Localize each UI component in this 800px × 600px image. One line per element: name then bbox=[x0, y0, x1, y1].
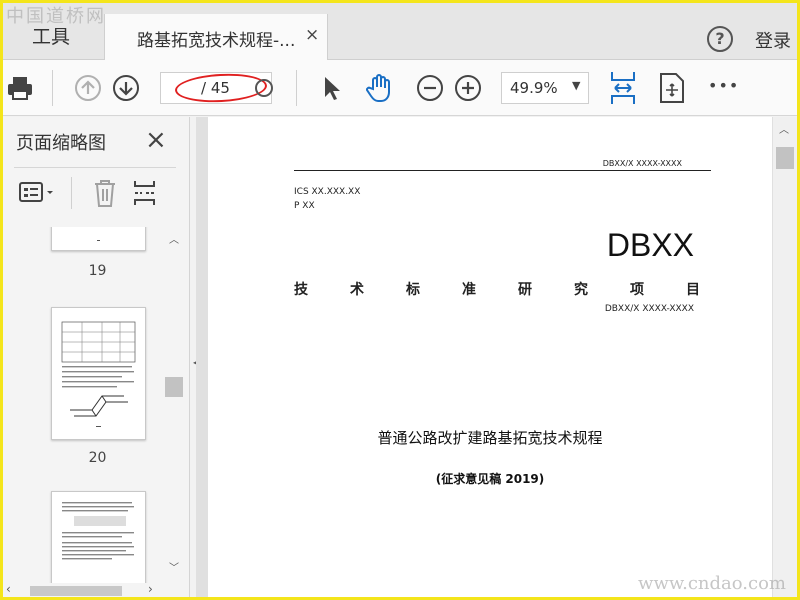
p-code: P XX bbox=[294, 201, 315, 211]
panel-title: 页面缩略图 bbox=[16, 133, 106, 154]
project-char: 究 bbox=[574, 282, 588, 298]
project-char: 目 bbox=[686, 282, 700, 298]
document-subtitle: (征求意见稿 2019) bbox=[435, 472, 545, 486]
project-char: 技 bbox=[294, 282, 308, 298]
panel-separator bbox=[71, 177, 72, 209]
toolbar-separator bbox=[52, 70, 53, 106]
thumbnail-panel: 页面缩略图 × 19 20 ︿ ﹀ ‹ › bbox=[0, 117, 190, 600]
thumbnail-page-number: 19 bbox=[88, 263, 107, 279]
tab-document-label: 路基拓宽技术规程-... bbox=[137, 31, 296, 51]
toolbar-separator bbox=[296, 70, 297, 106]
page-thumbnail[interactable] bbox=[51, 307, 146, 440]
page-indicator-icon bbox=[255, 79, 273, 97]
project-char: 准 bbox=[462, 282, 476, 298]
document-code: DBXX/X XXXX-XXXX bbox=[604, 304, 694, 314]
project-heading: 技 术 标 准 研 究 项 目 bbox=[294, 279, 700, 299]
scroll-up-icon[interactable]: ︿ bbox=[169, 231, 179, 246]
tab-bar: 工具 路基拓宽技术规程-... × ? 登录 bbox=[0, 0, 800, 61]
watermark-bottom: www.cndao.com bbox=[638, 573, 786, 594]
thumbnail-options-icon[interactable] bbox=[18, 180, 58, 206]
panel-horizontal-scrollbar[interactable]: ‹ › bbox=[0, 580, 190, 600]
scroll-up-icon[interactable]: ︿ bbox=[779, 121, 789, 136]
project-char: 项 bbox=[630, 282, 644, 298]
panel-hscroll-thumb[interactable] bbox=[30, 586, 122, 596]
chevron-down-icon: ▼ bbox=[572, 79, 581, 92]
next-page-icon[interactable] bbox=[112, 74, 140, 102]
zoom-out-icon[interactable] bbox=[416, 74, 444, 102]
scroll-left-icon[interactable]: ‹ bbox=[6, 582, 11, 596]
close-icon[interactable]: × bbox=[145, 125, 167, 155]
document-scroll-thumb[interactable] bbox=[776, 147, 794, 169]
zoom-in-icon[interactable] bbox=[454, 74, 482, 102]
watermark-top: 中国道桥网 bbox=[6, 6, 106, 27]
big-code: DBXX bbox=[606, 227, 694, 263]
document-title: 普通公路改扩建路基拓宽技术规程 bbox=[377, 429, 603, 447]
more-options-icon[interactable]: ••• bbox=[708, 76, 739, 95]
zoom-value: 49.9% bbox=[510, 79, 558, 97]
panel-scroll-thumb[interactable] bbox=[165, 377, 183, 397]
thumbnail-page-number: 20 bbox=[88, 450, 107, 466]
document-viewer: DBXX/X XXXX-XXXX ICS XX.XXX.XX P XX DBXX… bbox=[196, 117, 800, 600]
help-icon[interactable]: ? bbox=[707, 26, 733, 52]
delete-icon[interactable] bbox=[92, 178, 118, 208]
page-thumbnail[interactable] bbox=[51, 227, 146, 251]
thumbnail-list: 19 20 bbox=[0, 227, 163, 583]
panel-vertical-scrollbar[interactable]: ︿ ﹀ bbox=[163, 227, 185, 583]
insert-page-icon[interactable] bbox=[132, 178, 162, 208]
hand-tool-icon[interactable] bbox=[364, 72, 396, 104]
project-char: 研 bbox=[518, 282, 532, 298]
toolbar: / 45 49.9% ▼ ••• bbox=[0, 60, 800, 116]
header-rule bbox=[294, 170, 711, 171]
tab-close-icon[interactable]: × bbox=[305, 25, 319, 45]
document-scrollbar[interactable]: ︿ bbox=[773, 117, 797, 600]
full-screen-icon[interactable] bbox=[658, 72, 686, 104]
scroll-down-icon[interactable]: ﹀ bbox=[169, 559, 179, 574]
zoom-select[interactable]: 49.9% ▼ bbox=[501, 72, 589, 104]
login-button[interactable]: 登录 bbox=[755, 27, 791, 53]
tab-document[interactable]: 路基拓宽技术规程-... × bbox=[104, 14, 328, 61]
select-cursor-icon[interactable] bbox=[320, 74, 344, 102]
print-icon[interactable] bbox=[6, 74, 34, 102]
document-page: DBXX/X XXXX-XXXX ICS XX.XXX.XX P XX DBXX… bbox=[208, 117, 772, 600]
project-char: 标 bbox=[406, 282, 420, 298]
fit-width-icon[interactable] bbox=[608, 70, 638, 106]
previous-page-icon[interactable] bbox=[74, 74, 102, 102]
ics-code: ICS XX.XXX.XX bbox=[294, 187, 361, 197]
project-char: 术 bbox=[350, 282, 364, 298]
scroll-right-icon[interactable]: › bbox=[148, 582, 153, 596]
std-number: DBXX/X XXXX-XXXX bbox=[602, 159, 682, 168]
page-thumbnail[interactable] bbox=[51, 491, 146, 583]
panel-divider bbox=[14, 167, 176, 168]
